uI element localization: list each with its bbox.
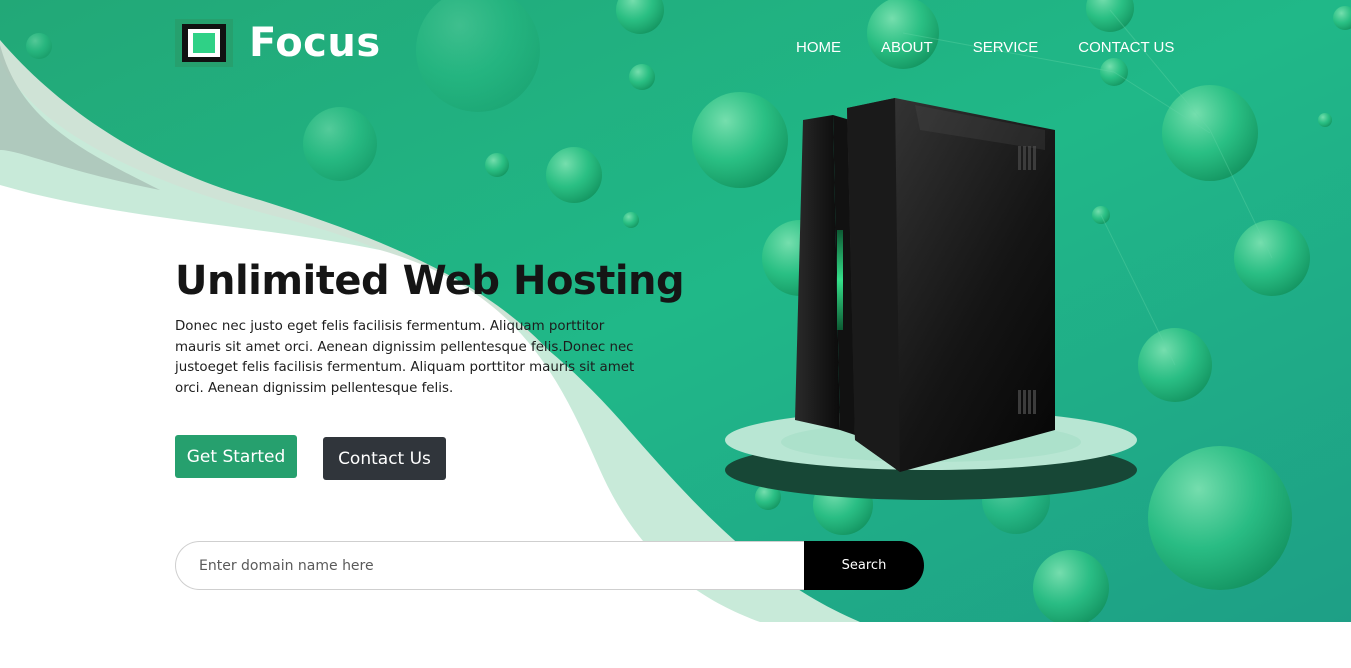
- square-frame-icon: [175, 19, 233, 67]
- nav-contact-us[interactable]: CONTACT US: [1078, 38, 1174, 58]
- server-tower-illustration: [725, 98, 1137, 500]
- search-button[interactable]: Search: [804, 541, 924, 590]
- nav-about[interactable]: ABOUT: [881, 38, 933, 58]
- nav-home[interactable]: HOME: [796, 38, 841, 58]
- domain-search-form: Search: [175, 541, 924, 590]
- brand-logo[interactable]: Focus: [175, 19, 381, 67]
- hero-section: Focus HOME ABOUT SERVICE CONTACT US Unli…: [0, 0, 1351, 622]
- hero-title: Unlimited Web Hosting: [175, 258, 685, 304]
- hero-description: Donec nec justo eget felis facilisis fer…: [175, 319, 635, 397]
- contact-us-button[interactable]: Contact Us: [323, 437, 446, 480]
- main-nav: HOME ABOUT SERVICE CONTACT US: [796, 38, 1214, 58]
- next-section: [0, 622, 1351, 668]
- hero-background: [0, 0, 1351, 622]
- get-started-button[interactable]: Get Started: [175, 435, 297, 478]
- nav-service[interactable]: SERVICE: [973, 38, 1039, 58]
- domain-search-input[interactable]: [175, 541, 804, 590]
- brand-name: Focus: [249, 20, 381, 66]
